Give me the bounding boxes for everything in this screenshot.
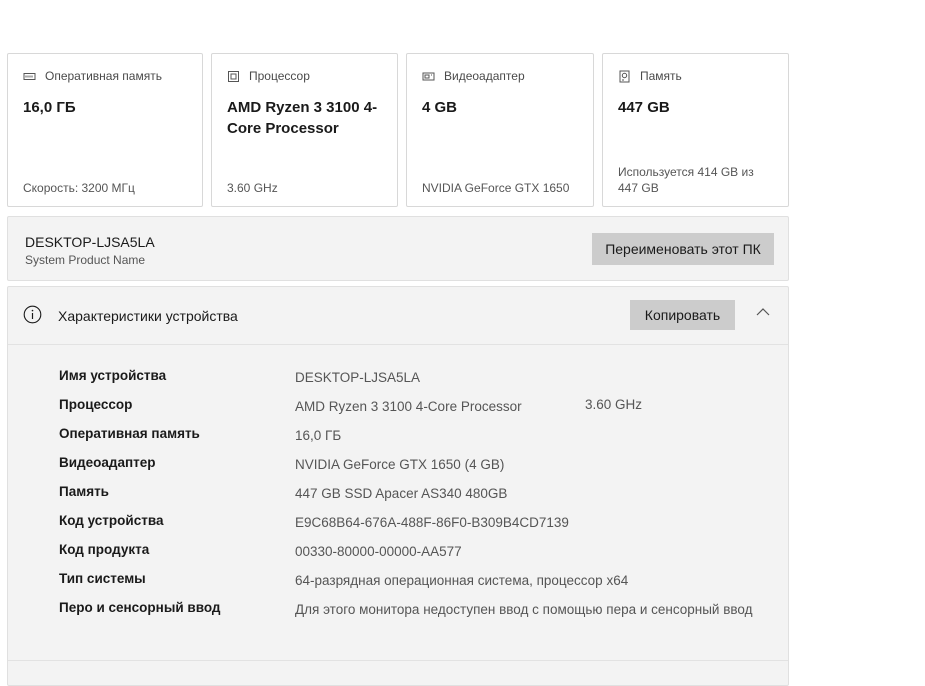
- gpu-icon: [422, 72, 435, 80]
- card-value: AMD Ryzen 3 3100 4-Core Processor: [227, 99, 378, 137]
- spec-row: Код продукта 00330-80000-00000-AA577: [8, 519, 788, 559]
- device-name: DESKTOP-LJSA5LA: [25, 234, 155, 250]
- device-model: System Product Name: [25, 253, 146, 267]
- device-name-panel: DESKTOP-LJSA5LA System Product Name Пере…: [7, 216, 789, 281]
- ram-icon: [23, 72, 36, 80]
- copy-button[interactable]: Копировать: [630, 300, 735, 330]
- spec-row: Код устройства E9C68B64-676A-488F-86F0-B…: [8, 490, 788, 530]
- spec-row: Процессор AMD Ryzen 3 3100 4-Core Proces…: [8, 374, 788, 414]
- card-title: Оперативная память: [45, 69, 162, 83]
- card-ram: Оперативная память 16,0 ГБ Скорость: 320…: [7, 53, 203, 207]
- rename-pc-button[interactable]: Переименовать этот ПК: [592, 233, 774, 265]
- divider: [8, 660, 788, 661]
- cpu-icon: [228, 70, 239, 82]
- card-subtext: Используется 414 GB из 447 GB: [618, 165, 754, 195]
- card-value: 447 GB: [618, 99, 670, 116]
- specs-header[interactable]: Характеристики устройства Копировать: [8, 287, 788, 345]
- spec-row: Перо и сенсорный ввод Для этого монитора…: [8, 577, 788, 617]
- card-value: 16,0 ГБ: [23, 99, 76, 116]
- card-title: Процессор: [249, 69, 310, 83]
- card-title: Память: [640, 69, 682, 83]
- spec-row: Память 447 GB SSD Apacer AS340 480GB: [8, 461, 788, 501]
- storage-icon: [619, 70, 630, 82]
- card-gpu: Видеоадаптер 4 GB NVIDIA GeForce GTX 165…: [406, 53, 594, 207]
- summary-cards: Оперативная память 16,0 ГБ Скорость: 320…: [7, 53, 789, 209]
- spec-row: Оперативная память 16,0 ГБ: [8, 403, 788, 443]
- spec-value: Для этого монитора недоступен ввод с пом…: [295, 602, 753, 617]
- device-specifications-panel: Характеристики устройства Копировать Имя…: [7, 286, 789, 686]
- card-cpu: Процессор AMD Ryzen 3 3100 4-Core Proces…: [211, 53, 398, 207]
- card-subtext: 3.60 GHz: [227, 181, 278, 195]
- spec-row: Видеоадаптер NVIDIA GeForce GTX 1650 (4 …: [8, 432, 788, 472]
- info-icon: [23, 305, 42, 324]
- card-subtext: Скорость: 3200 МГц: [23, 181, 135, 195]
- chevron-up-icon[interactable]: [756, 307, 770, 317]
- card-value: 4 GB: [422, 99, 458, 116]
- spec-label: Перо и сенсорный ввод: [59, 600, 221, 615]
- card-title: Видеоадаптер: [444, 69, 525, 83]
- card-storage: Память 447 GB Используется 414 GB из 447…: [602, 53, 789, 207]
- card-subtext: NVIDIA GeForce GTX 1650: [422, 181, 570, 195]
- spec-row: Тип системы 64-разрядная операционная си…: [8, 548, 788, 588]
- spec-row: Имя устройства DESKTOP-LJSA5LA: [8, 345, 788, 385]
- specs-title: Характеристики устройства: [58, 308, 238, 324]
